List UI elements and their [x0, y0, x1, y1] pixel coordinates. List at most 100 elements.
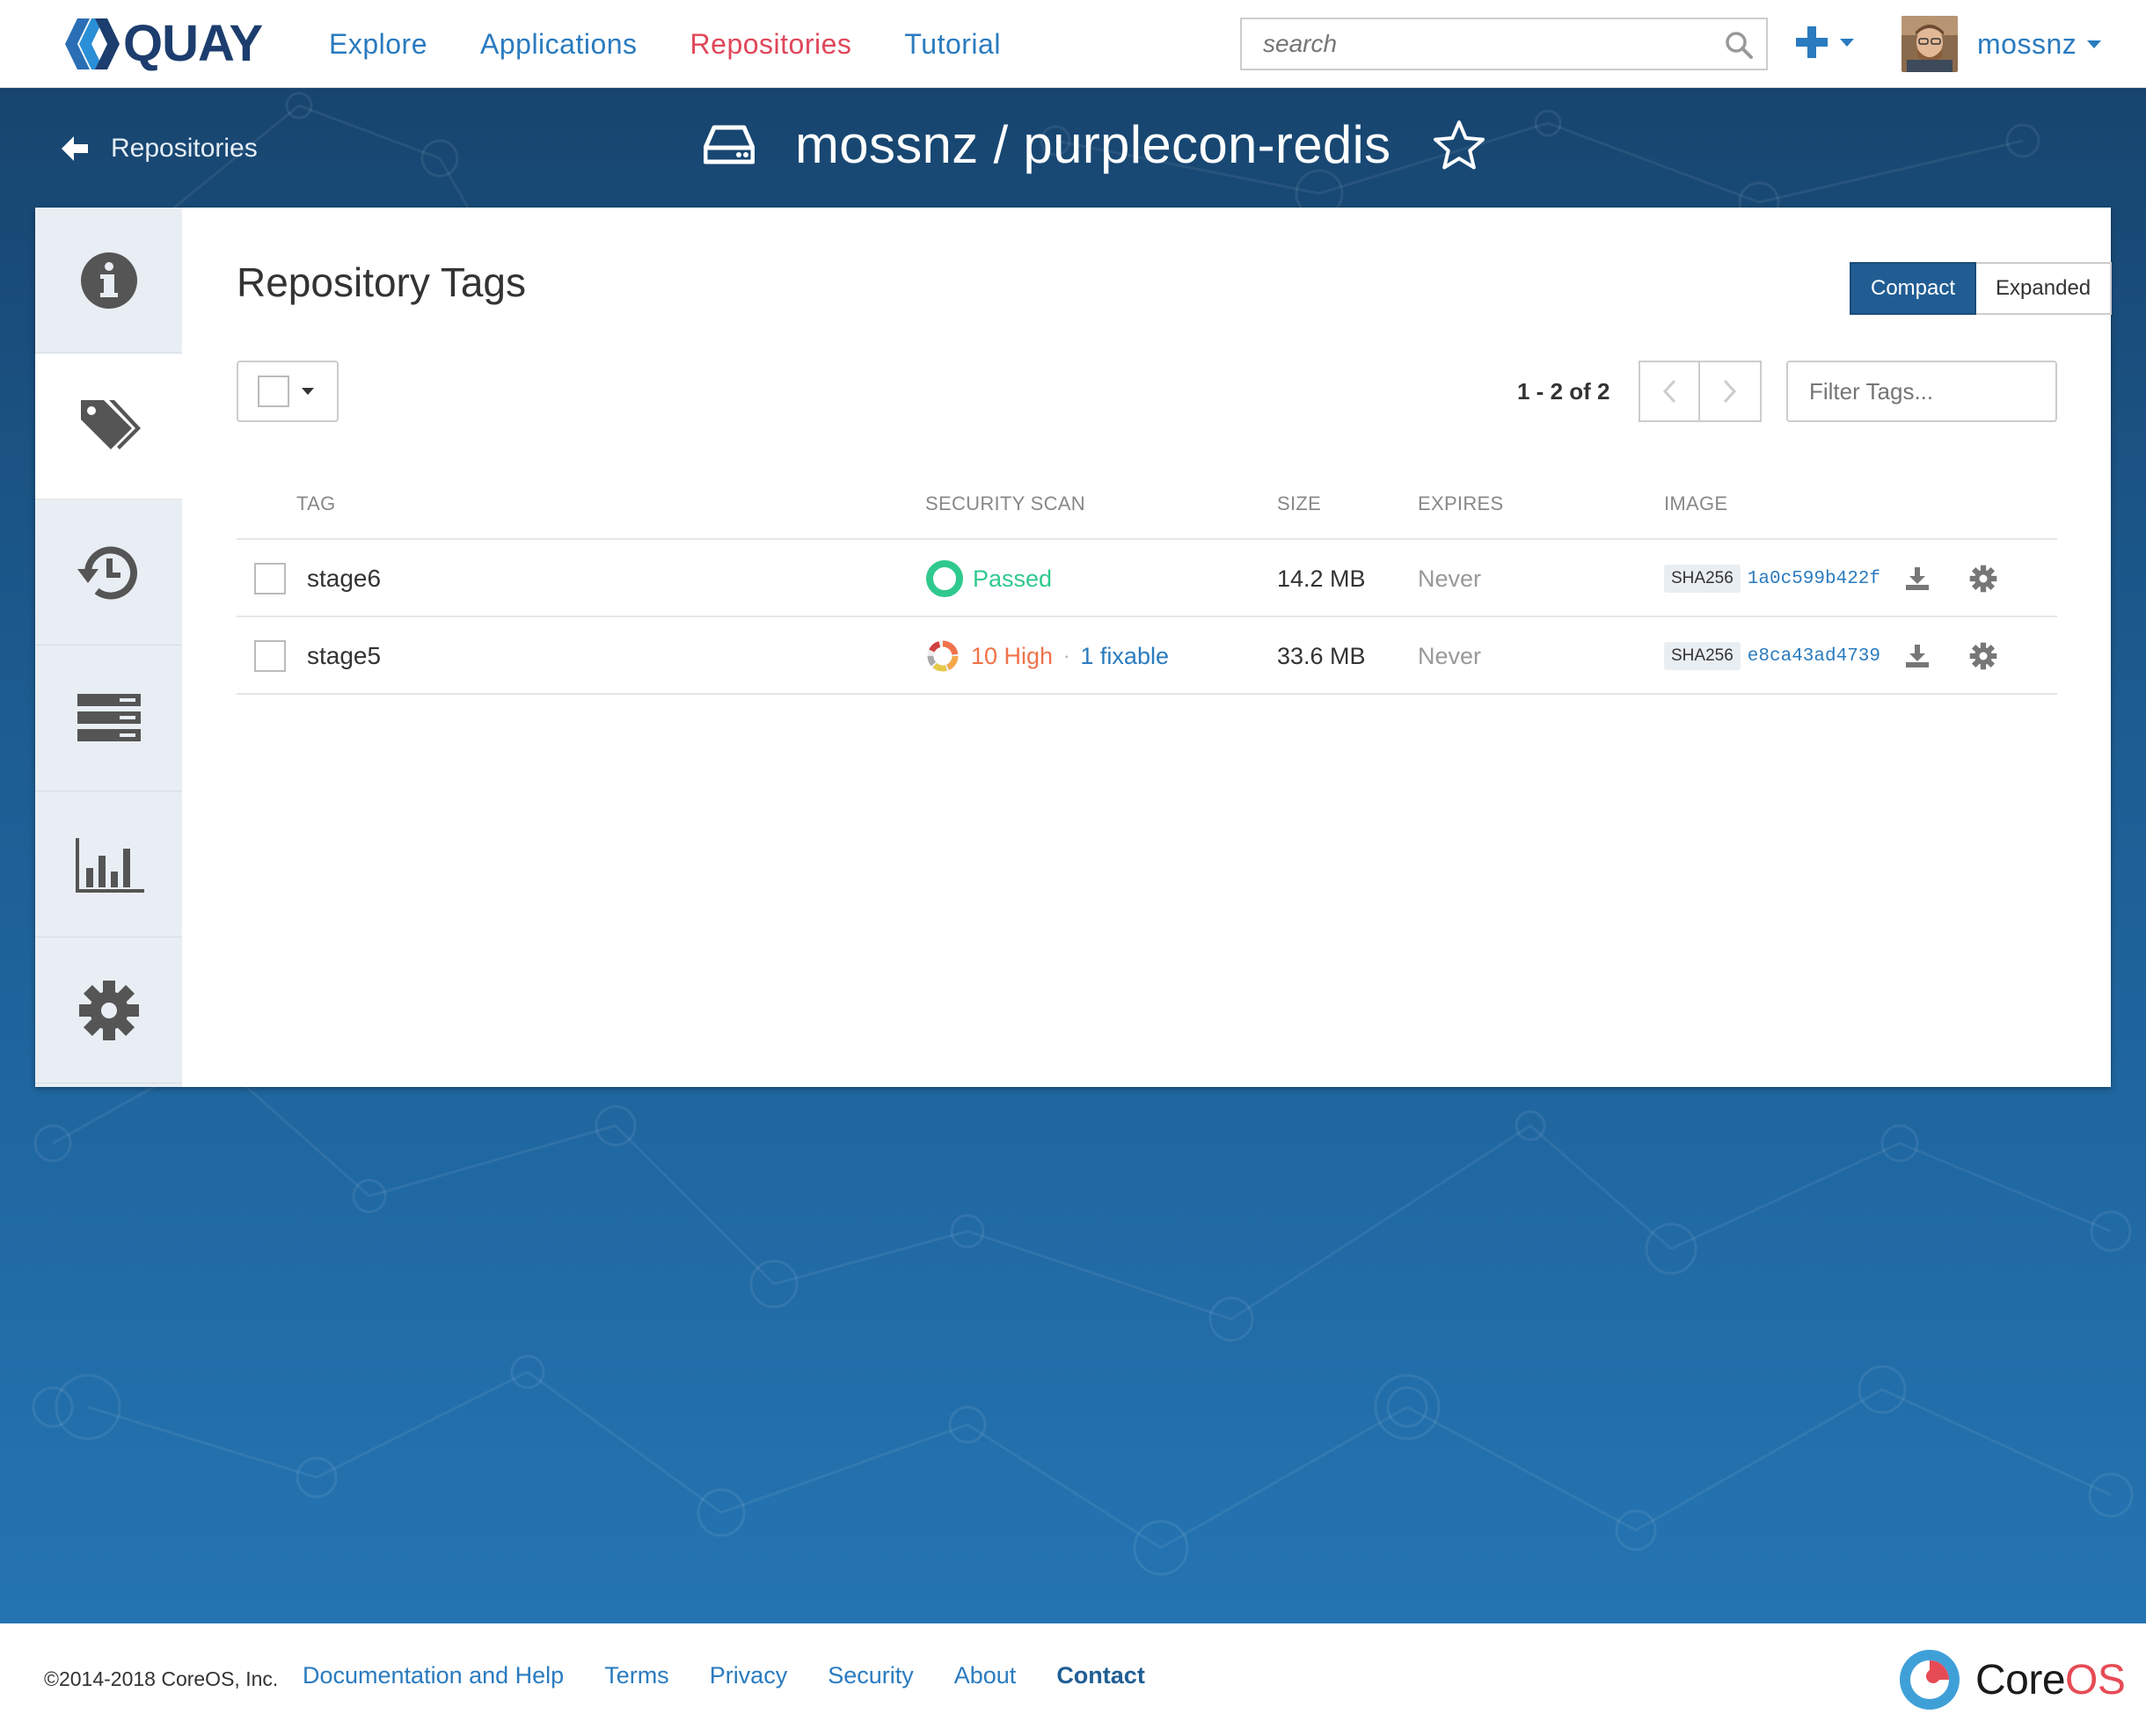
sha256-badge: SHA256: [1664, 642, 1741, 670]
tag-size: 33.6 MB: [1277, 642, 1366, 669]
table-row: stage6 Passed 14.2 MB Never SHA256 1a0c5…: [237, 540, 2057, 617]
security-scan-status[interactable]: 10 High · 1 fixable: [925, 617, 1169, 695]
chevron-left-icon: [1662, 379, 1676, 404]
tags-icon: [80, 399, 141, 449]
back-link-label: Repositories: [111, 134, 258, 163]
row-checkbox[interactable]: [254, 563, 286, 594]
download-icon[interactable]: [1904, 565, 1931, 592]
tag-size: 14.2 MB: [1277, 565, 1366, 592]
footer-link-about[interactable]: About: [954, 1662, 1017, 1689]
main-nav: Explore Applications Repositories Tutori…: [329, 23, 1054, 65]
download-icon[interactable]: [1904, 643, 1931, 669]
coreos-brand-text: CoreOS: [1975, 1656, 2126, 1704]
builds-icon: [77, 693, 141, 741]
sidebar-item-builds[interactable]: [35, 646, 182, 791]
tags-panel: Repository Tags Compact Expanded 1 - 2 o…: [182, 208, 2113, 1087]
history-icon: [77, 546, 137, 599]
table-row: stage5 10 High · 1 fixable 33.6 MB Never…: [237, 617, 2057, 695]
image-id-link[interactable]: 1a0c599b422f: [1748, 569, 1880, 589]
scan-fixable-link[interactable]: 1 fixable: [1080, 643, 1169, 670]
nav-applications[interactable]: Applications: [480, 23, 638, 65]
select-all-dropdown[interactable]: [237, 361, 339, 422]
nav-repositories[interactable]: Repositories: [690, 23, 852, 65]
repo-sidebar: [35, 208, 182, 1087]
footer-link-security[interactable]: Security: [828, 1662, 914, 1689]
tags-table: TAG SECURITY SCAN SIZE EXPIRES IMAGE sta…: [237, 456, 2057, 695]
scan-high-count[interactable]: 10 High: [971, 643, 1053, 670]
repo-title: mossnz / purplecon-redis: [704, 114, 1485, 175]
usage-chart-icon: [75, 837, 144, 893]
footer-link-terms[interactable]: Terms: [604, 1662, 669, 1689]
nav-tutorial[interactable]: Tutorial: [904, 23, 1001, 65]
scan-separator: ·: [1063, 645, 1070, 667]
select-all-checkbox[interactable]: [258, 376, 289, 407]
search-icon[interactable]: [1724, 30, 1754, 60]
logo-text: QUAY: [123, 15, 263, 72]
sidebar-item-history[interactable]: [35, 500, 182, 646]
previous-page-button[interactable]: [1639, 361, 1700, 422]
search-box: [1240, 18, 1768, 70]
search-input[interactable]: [1242, 19, 1699, 69]
coreos-brand-core: Core: [1975, 1656, 2066, 1703]
top-navbar: QUAY Explore Applications Repositories T…: [0, 0, 2146, 88]
create-new-button[interactable]: [1794, 25, 1854, 60]
page-footer: ©2014-2018 CoreOS, Inc. Documentation an…: [0, 1623, 2146, 1736]
image-id: SHA256 e8ca43ad4739: [1664, 617, 1880, 695]
tag-expires: Never: [1418, 642, 1482, 669]
chevron-down-icon: [1840, 38, 1854, 47]
back-to-repositories-link[interactable]: Repositories: [62, 134, 258, 164]
coreos-logo-icon: [1900, 1650, 1960, 1710]
tag-name: stage6: [307, 565, 382, 592]
image-id: SHA256 1a0c599b422f: [1664, 540, 1880, 617]
chevron-right-icon: [1723, 379, 1737, 404]
next-page-button[interactable]: [1700, 361, 1762, 422]
scan-passed-icon: [926, 560, 963, 597]
quay-logo[interactable]: QUAY: [65, 15, 263, 72]
expanded-view-button[interactable]: Expanded: [1976, 262, 2113, 315]
coreos-brand-os: OS: [2065, 1656, 2126, 1703]
pagination-controls: [1639, 361, 1762, 422]
row-checkbox[interactable]: [254, 640, 286, 672]
column-header-image[interactable]: IMAGE: [1664, 492, 1727, 515]
chevron-down-icon: [2087, 40, 2102, 48]
plus-icon: [1796, 26, 1828, 58]
caret-down-icon: [302, 388, 314, 395]
compact-view-button[interactable]: Compact: [1850, 262, 1977, 315]
gear-icon: [78, 980, 139, 1040]
table-header: TAG SECURITY SCAN SIZE EXPIRES IMAGE: [237, 456, 2057, 540]
tag-settings-gear-icon[interactable]: [1967, 563, 1999, 594]
column-header-tag[interactable]: TAG: [296, 492, 336, 515]
sidebar-item-info[interactable]: [35, 208, 182, 354]
view-mode-toggle: Compact Expanded: [1850, 262, 2113, 315]
footer-link-privacy[interactable]: Privacy: [710, 1662, 788, 1689]
star-outline-icon[interactable]: [1433, 120, 1485, 171]
sidebar-item-tags[interactable]: [35, 354, 182, 500]
image-id-link[interactable]: e8ca43ad4739: [1748, 646, 1880, 667]
nav-explore[interactable]: Explore: [329, 23, 427, 65]
coreos-logo[interactable]: CoreOS: [1898, 1648, 2126, 1711]
hdd-icon: [704, 125, 755, 164]
arrow-left-icon: [62, 136, 88, 161]
sidebar-item-usage-logs[interactable]: [35, 791, 182, 937]
pagination-status: 1 - 2 of 2: [1517, 378, 1610, 405]
vulnerability-donut-icon: [927, 640, 959, 672]
user-menu[interactable]: mossnz: [1901, 16, 2102, 72]
scan-label: Passed: [973, 565, 1053, 592]
repository-card: Repository Tags Compact Expanded 1 - 2 o…: [35, 208, 2113, 1087]
sidebar-item-settings[interactable]: [35, 937, 182, 1083]
footer-link-documentation[interactable]: Documentation and Help: [303, 1662, 564, 1689]
tag-expires: Never: [1418, 565, 1482, 592]
footer-link-contact[interactable]: Contact: [1056, 1662, 1145, 1689]
user-name: mossnz: [1977, 27, 2077, 60]
sha256-badge: SHA256: [1664, 565, 1741, 593]
copyright-text: ©2014-2018 CoreOS, Inc.: [44, 1667, 279, 1690]
column-header-size[interactable]: SIZE: [1277, 492, 1321, 515]
tag-settings-gear-icon[interactable]: [1967, 640, 1999, 672]
filter-tags-input[interactable]: [1786, 361, 2057, 422]
footer-links: Documentation and Help Terms Privacy Sec…: [303, 1662, 1186, 1689]
info-icon: [80, 252, 137, 309]
security-scan-status[interactable]: Passed: [925, 540, 1052, 617]
column-header-security-scan[interactable]: SECURITY SCAN: [925, 492, 1085, 515]
tag-name: stage5: [307, 642, 382, 669]
column-header-expires[interactable]: EXPIRES: [1418, 492, 1503, 515]
